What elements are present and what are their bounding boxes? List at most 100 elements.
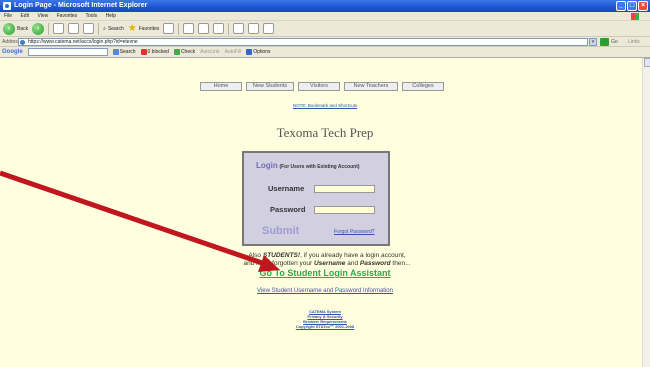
- stop-button[interactable]: [53, 23, 65, 34]
- submit-button[interactable]: Submit: [262, 225, 299, 237]
- login-box: Login (For Users with Existing Account) …: [242, 151, 390, 246]
- toolbar-separator: [98, 22, 100, 35]
- go-arrow-icon[interactable]: [600, 38, 609, 46]
- check-label: Check: [180, 49, 196, 55]
- nav-new-students[interactable]: New Students: [246, 82, 294, 91]
- media-button[interactable]: [163, 23, 175, 34]
- ie-icon: [3, 2, 11, 10]
- discuss-button[interactable]: [248, 23, 260, 34]
- favorites-label: Favorites: [138, 25, 160, 32]
- students-text: , if you already have a login account,: [300, 252, 406, 259]
- google-search-button[interactable]: Search: [112, 49, 136, 55]
- popup-blocker-button[interactable]: 0 blocked: [140, 49, 169, 55]
- search-label: Search: [107, 25, 124, 32]
- menu-favorites[interactable]: Favorites: [57, 13, 78, 19]
- history-button[interactable]: [183, 23, 195, 34]
- bookmark-note-link[interactable]: NOTE: Bookmark and Shortcuts: [0, 103, 650, 108]
- print-button[interactable]: [213, 23, 225, 34]
- login-header: Login (For Users with Existing Account): [256, 161, 360, 170]
- blocked-count: 0 blocked: [147, 49, 169, 55]
- menu-view[interactable]: View: [37, 13, 48, 19]
- spellcheck-button[interactable]: Check: [173, 49, 196, 55]
- google-toolbar: Google Search 0 blocked Check AutoLink A…: [0, 47, 650, 58]
- options-icon: [246, 49, 253, 55]
- autolink-label: AutoLink: [200, 49, 220, 55]
- autofill-label: AutoFill: [224, 49, 242, 55]
- menu-tools[interactable]: Tools: [85, 13, 97, 19]
- autolink-button[interactable]: AutoLink: [200, 49, 219, 55]
- address-url: https://www.catema.net/accs/login.php?id…: [28, 39, 138, 45]
- address-dropdown-button[interactable]: ▾: [589, 38, 597, 46]
- favorites-button[interactable]: ★ Favorites: [127, 22, 160, 34]
- toolbar-separator: [48, 22, 50, 35]
- footer-links: CATEMA System Privacy & Security Browser…: [0, 309, 650, 329]
- password-field[interactable]: [314, 206, 375, 214]
- login-heading: Login: [256, 161, 278, 170]
- check-icon: [173, 49, 180, 55]
- students-text: Also: [248, 252, 263, 259]
- blocker-icon: [140, 49, 147, 55]
- standard-toolbar: ‹ Back › ⌕ Search ★ Favorites: [0, 21, 650, 37]
- username-emphasis: Username: [313, 260, 346, 267]
- menu-help[interactable]: Help: [106, 13, 116, 19]
- menu-edit[interactable]: Edit: [20, 13, 29, 19]
- students-emphasis: STUDENTS!: [262, 252, 301, 259]
- footer-copyright: Copyright STATco™ 2001-2008: [295, 324, 355, 329]
- forward-button[interactable]: ›: [32, 22, 45, 35]
- menu-bar: File Edit View Favorites Tools Help: [0, 12, 650, 21]
- address-input[interactable]: https://www.catema.net/accs/login.php?id…: [18, 38, 588, 46]
- links-button[interactable]: Links: [628, 37, 640, 47]
- autofill-button[interactable]: AutoFill: [225, 49, 242, 55]
- window-title: Login Page - Microsoft Internet Explorer: [14, 2, 148, 9]
- page-icon: [20, 40, 25, 45]
- view-info-link[interactable]: View Student Username and Password Infor…: [0, 288, 650, 294]
- back-button[interactable]: ‹ Back: [3, 22, 29, 35]
- go-button[interactable]: Go: [611, 37, 618, 47]
- site-nav: Home New Students Visitors New Teachers …: [200, 82, 444, 91]
- forgot-password-link[interactable]: Forgot Password?: [334, 229, 375, 235]
- nav-new-teachers[interactable]: New Teachers: [344, 82, 398, 91]
- refresh-button[interactable]: [68, 23, 80, 34]
- back-label: Back: [17, 25, 29, 32]
- close-button[interactable]: ×: [638, 1, 648, 11]
- options-button[interactable]: Options: [246, 49, 271, 55]
- search-button[interactable]: ⌕ Search: [103, 26, 124, 32]
- students-message-line1: Also STUDENTS!, if you already have a lo…: [242, 252, 412, 260]
- mail-button[interactable]: [198, 23, 210, 34]
- messenger-button[interactable]: [263, 23, 275, 34]
- students-text: then...: [390, 260, 411, 267]
- nav-colleges[interactable]: Colleges: [402, 82, 444, 91]
- nav-home[interactable]: Home: [200, 82, 242, 91]
- toolbar-separator: [228, 22, 230, 35]
- nav-visitors[interactable]: Visitors: [298, 82, 340, 91]
- students-message: Also STUDENTS!, if you already have a lo…: [242, 252, 412, 268]
- password-label: Password: [270, 205, 306, 214]
- minimize-button[interactable]: _: [616, 1, 626, 11]
- username-label: Username: [268, 184, 305, 193]
- password-emphasis: Password: [359, 260, 391, 267]
- site-title: Texoma Tech Prep: [276, 125, 374, 140]
- star-icon: ★: [127, 22, 137, 34]
- window-controls: _ □ ×: [616, 1, 648, 11]
- options-label: Options: [253, 49, 271, 55]
- edit-button[interactable]: [233, 23, 245, 34]
- students-message-line2: and have forgotten your Username and Pas…: [242, 260, 412, 268]
- search-icon: ⌕: [103, 25, 106, 32]
- students-text: and have forgotten your: [243, 260, 314, 267]
- login-subheading: (For Users with Existing Account): [279, 164, 360, 170]
- home-button[interactable]: [83, 23, 95, 34]
- address-bar: Address https://www.catema.net/accs/logi…: [0, 37, 650, 47]
- google-search-icon: [112, 49, 119, 55]
- google-logo[interactable]: Google: [2, 49, 23, 55]
- menu-file[interactable]: File: [4, 13, 12, 19]
- google-search-input[interactable]: [27, 48, 108, 56]
- student-login-assistant-link[interactable]: Go To Student Login Assistant: [0, 268, 650, 278]
- windows-logo-icon: [631, 13, 639, 20]
- students-text: and: [345, 260, 360, 267]
- toolbar-separator: [178, 22, 180, 35]
- back-arrow-icon: ‹: [3, 22, 15, 35]
- maximize-button[interactable]: □: [627, 1, 637, 11]
- google-search-label: Search: [119, 49, 136, 55]
- window-titlebar: Login Page - Microsoft Internet Explorer…: [0, 0, 650, 12]
- username-field[interactable]: [314, 185, 375, 193]
